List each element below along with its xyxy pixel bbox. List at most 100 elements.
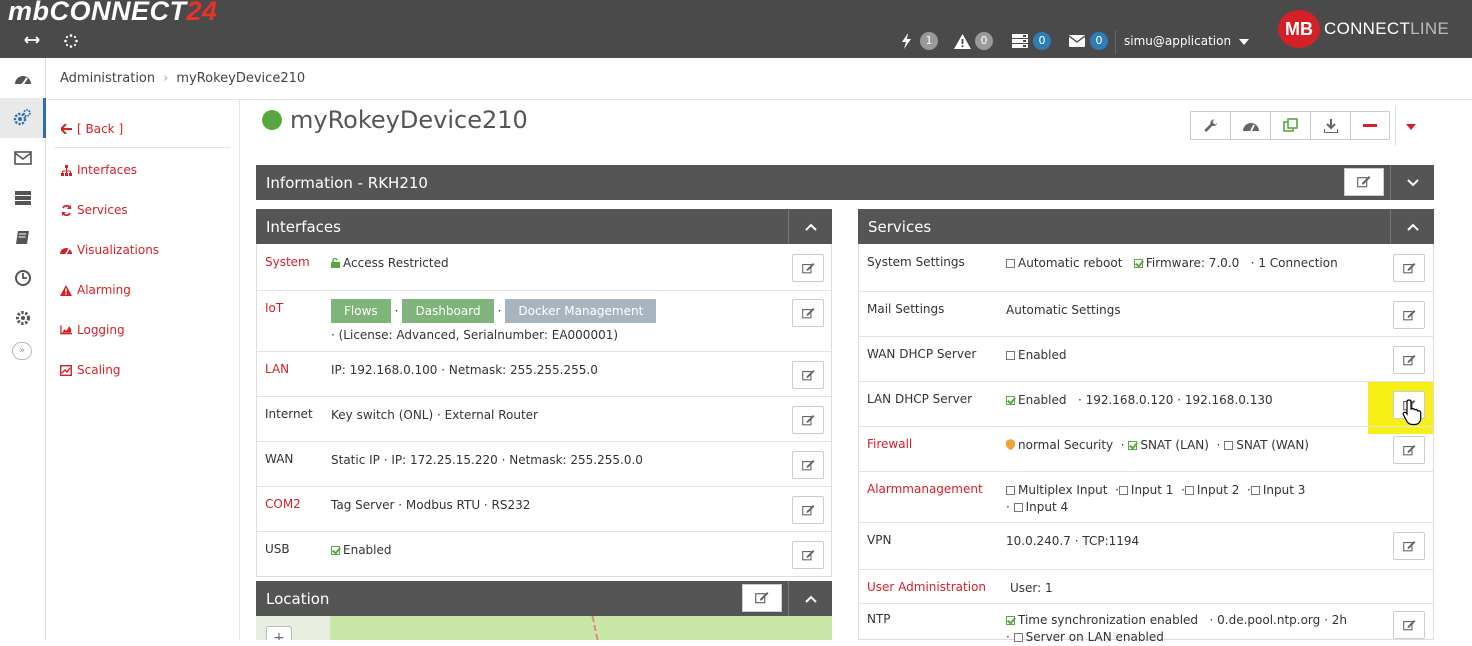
flows-button[interactable]: Flows: [331, 299, 391, 323]
clock-icon[interactable]: [0, 258, 46, 298]
edit-ntp-button[interactable]: [1393, 611, 1425, 639]
information-edit-button[interactable]: [1344, 168, 1384, 196]
edit-com2-button[interactable]: [792, 496, 824, 524]
submenu-item-services[interactable]: Services: [60, 203, 128, 217]
server-list-icon[interactable]: [0, 178, 46, 218]
back-link[interactable]: [ Back ]: [60, 122, 123, 136]
submenu-item-alarming[interactable]: Alarming: [60, 283, 131, 297]
service-key[interactable]: User Administration: [867, 580, 986, 594]
edit-vpn-button[interactable]: [1393, 532, 1425, 560]
service-value: User: 1: [1010, 581, 1053, 595]
edit-firewall-button[interactable]: [1393, 436, 1425, 464]
server-icon: [1011, 32, 1029, 50]
docker-management-button[interactable]: Docker Management: [505, 299, 657, 323]
interface-key[interactable]: IoT: [265, 301, 283, 315]
area-chart-icon: [60, 324, 72, 336]
submenu-item-interfaces[interactable]: Interfaces: [60, 163, 137, 177]
download-icon: [1323, 118, 1338, 133]
service-value: Multiplex Input · Input 1 · Input 2 · Input…: [1006, 482, 1305, 499]
remove-button[interactable]: [1350, 111, 1390, 140]
lightning-notifications[interactable]: 1: [898, 30, 938, 52]
service-value-line2: · Input 4: [1006, 500, 1069, 514]
service-key: LAN DHCP Server: [867, 392, 973, 406]
submenu-item-visualizations[interactable]: Visualizations: [60, 243, 159, 257]
dashboard-button[interactable]: [1230, 111, 1270, 140]
chevron-down-icon: [1239, 38, 1250, 45]
service-value: Time synchronization enabled · 0.de.pool…: [1006, 612, 1347, 629]
service-row-vpn: VPN 10.0.240.7 · TCP:1194: [859, 522, 1433, 569]
interface-key[interactable]: COM2: [265, 497, 301, 511]
wrench-icon: [1204, 118, 1217, 132]
interface-key: USB: [265, 542, 290, 556]
edit-usb-button[interactable]: [792, 541, 824, 569]
checked-icon: [331, 546, 340, 555]
edit-icon: [801, 307, 814, 318]
dashboard-icon[interactable]: [0, 60, 46, 100]
service-row-system-settings: System Settings Automatic reboot Firmwar…: [859, 245, 1433, 291]
edit-icon: [1402, 262, 1415, 273]
interface-key: WAN: [265, 452, 294, 466]
edit-system-settings-button[interactable]: [1393, 254, 1425, 282]
loading-spinner-icon[interactable]: [64, 34, 78, 52]
resize-arrows-icon[interactable]: [24, 33, 40, 49]
interface-key[interactable]: LAN: [265, 362, 289, 376]
dashboard-button[interactable]: Dashboard: [402, 299, 494, 323]
service-key[interactable]: Firewall: [867, 437, 912, 451]
edit-system-button[interactable]: [792, 254, 824, 282]
services-panel-title: Services: [868, 217, 932, 236]
interfaces-panel-header: Interfaces: [256, 209, 832, 244]
map-zoom-in-button[interactable]: +: [266, 626, 292, 640]
book-icon[interactable]: [0, 218, 46, 258]
chevron-up-icon[interactable]: [788, 581, 832, 616]
settings-gears-icon[interactable]: [0, 98, 46, 138]
location-edit-button[interactable]: [742, 584, 782, 612]
chevron-right-icon: ›: [163, 71, 169, 86]
left-icon-nav: »: [0, 58, 46, 640]
server-count-badge: 0: [1033, 32, 1051, 50]
edit-iot-button[interactable]: [792, 299, 824, 327]
edit-internet-button[interactable]: [792, 406, 824, 434]
server-notifications[interactable]: 0: [1011, 30, 1051, 52]
chevron-up-icon[interactable]: [788, 209, 832, 244]
service-value-line2: · Server on LAN enabled: [1006, 630, 1164, 644]
service-row-ntp: NTP Time synchronization enabled · 0.de.…: [859, 603, 1433, 644]
interface-key[interactable]: System: [265, 255, 310, 269]
gear-icon[interactable]: [0, 298, 46, 338]
edit-icon: [801, 262, 814, 273]
service-row-lan-dhcp: LAN DHCP Server Enabled · 192.168.0.120 …: [859, 381, 1433, 426]
location-map[interactable]: +: [256, 616, 832, 640]
edit-wan-dhcp-button[interactable]: [1393, 346, 1425, 374]
actions-dropdown-caret-icon[interactable]: [1406, 124, 1416, 130]
user-menu[interactable]: simu@application: [1124, 34, 1250, 48]
clone-button[interactable]: [1270, 111, 1310, 140]
breadcrumb-administration[interactable]: Administration: [60, 71, 155, 86]
service-key[interactable]: Alarmmanagement: [867, 482, 983, 496]
service-value: 10.0.240.7 · TCP:1194: [1006, 534, 1140, 548]
service-value: normal Security · SNAT (LAN) · SNAT (WAN…: [1006, 437, 1309, 454]
service-value: Enabled: [1006, 347, 1067, 364]
chevron-down-icon[interactable]: [1390, 165, 1434, 200]
interface-row-internet: Internet Key switch (ONL) · External Rou…: [257, 396, 831, 441]
chevron-up-icon[interactable]: [1390, 209, 1434, 244]
mail-notifications[interactable]: 0: [1068, 30, 1108, 52]
submenu-item-logging[interactable]: Logging: [60, 323, 125, 337]
interface-value: Static IP · IP: 172.25.15.220 · Netmask:…: [331, 453, 643, 467]
service-row-user-admin: User Administration User: 1: [859, 569, 1433, 604]
breadcrumb: Administration › myRokeyDevice210: [46, 58, 1472, 100]
edit-lan-button[interactable]: [792, 361, 824, 389]
expand-nav-icon[interactable]: »: [12, 342, 32, 360]
edit-mail-settings-button[interactable]: [1393, 301, 1425, 329]
submenu-item-scaling[interactable]: Scaling: [60, 363, 120, 377]
app-logo[interactable]: mbCONNECT24: [8, 0, 218, 25]
iot-license: · (License: Advanced, Serialnumber: EA00…: [331, 328, 619, 342]
mouse-pointer-icon: [1402, 399, 1422, 426]
interface-value: Key switch (ONL) · External Router: [331, 408, 538, 422]
service-value: Enabled · 192.168.0.120 · 192.168.0.130: [1006, 392, 1273, 409]
location-panel-header: Location: [256, 581, 832, 616]
refresh-icon: [60, 204, 72, 216]
warning-notifications[interactable]: 0: [953, 30, 993, 52]
wrench-button[interactable]: [1190, 111, 1230, 140]
edit-wan-button[interactable]: [792, 451, 824, 479]
mail-icon[interactable]: [0, 138, 46, 178]
download-button[interactable]: [1310, 111, 1350, 140]
